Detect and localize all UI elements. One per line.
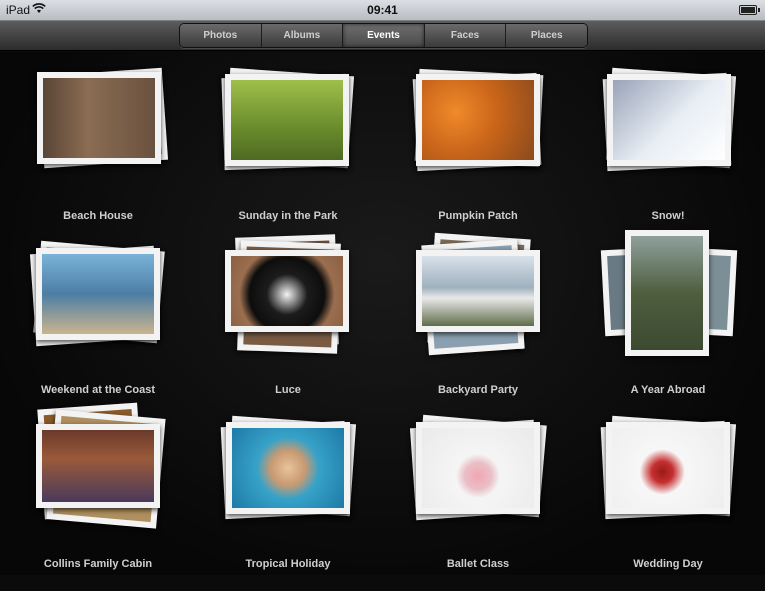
event-tile[interactable]: Backyard Party (383, 232, 573, 417)
event-tile[interactable]: Wedding Day (573, 415, 763, 591)
event-tile[interactable]: A Year Abroad (573, 230, 763, 417)
event-tile[interactable]: Collins Family Cabin (3, 402, 193, 591)
event-title: Tropical Holiday (245, 558, 331, 570)
event-title: Wedding Day (633, 558, 703, 570)
event-tile[interactable]: Snow! (573, 67, 763, 243)
event-title: Pumpkin Patch (438, 210, 518, 222)
photo-stack (3, 402, 193, 556)
status-time: 09:41 (367, 3, 398, 17)
event-tile[interactable]: Beach House (3, 67, 193, 243)
tab-faces[interactable]: Faces (424, 24, 507, 47)
photo-stack (573, 67, 763, 208)
event-tile[interactable]: Weekend at the Coast (3, 240, 193, 417)
battery-icon (739, 5, 760, 15)
tab-albums[interactable]: Albums (261, 24, 344, 47)
photo-stack (193, 67, 383, 208)
event-title: Ballet Class (446, 558, 510, 570)
event-title: Luce (275, 384, 301, 396)
event-title: Beach House (63, 210, 133, 222)
event-title: Sunday in the Park (238, 210, 338, 222)
tab-places[interactable]: Places (506, 24, 587, 47)
events-grid: Beach House Sunday in the Park Pumpkin P… (0, 52, 765, 575)
event-title: Weekend at the Coast (40, 384, 156, 396)
tab-photos[interactable]: Photos (180, 24, 262, 47)
event-title: Backyard Party (437, 384, 519, 396)
status-bar: iPad 09:41 (0, 0, 765, 21)
event-title: A Year Abroad (630, 384, 706, 396)
event-title: Collins Family Cabin (43, 558, 153, 570)
toolbar: Photos Albums Events Faces Places (0, 21, 765, 51)
photo-stack (383, 68, 573, 208)
photo-stack (3, 67, 193, 208)
event-title: Snow! (651, 210, 685, 222)
event-tile[interactable]: Luce (193, 234, 383, 417)
photo-stack (193, 415, 383, 556)
tab-events[interactable]: Events (343, 24, 425, 47)
event-tile[interactable]: Tropical Holiday (193, 415, 383, 591)
event-tile[interactable]: Ballet Class (383, 414, 573, 591)
photo-stack (383, 232, 573, 382)
view-segmented-control: Photos Albums Events Faces Places (179, 23, 588, 48)
event-tile[interactable]: Pumpkin Patch (383, 68, 573, 243)
photo-stack (193, 234, 383, 382)
photo-stack (3, 240, 193, 382)
event-tile[interactable]: Sunday in the Park (193, 67, 383, 243)
photo-stack (383, 414, 573, 556)
photo-stack (573, 415, 763, 556)
photo-stack (573, 230, 763, 382)
